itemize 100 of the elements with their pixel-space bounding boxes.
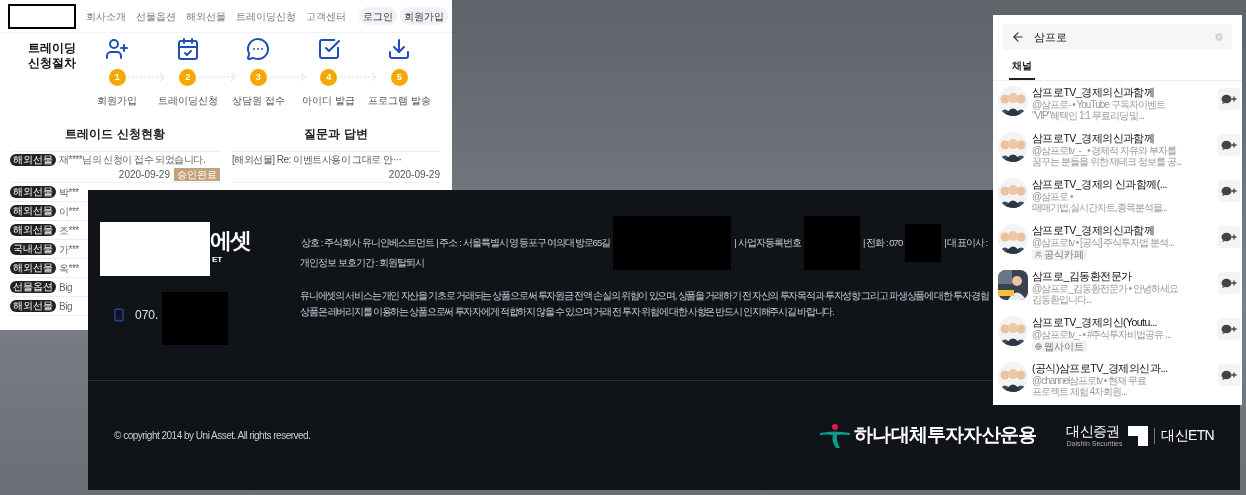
channel-description: @삼프로tv_-_ • 경제적 자유와 부자를 bbox=[1032, 145, 1176, 156]
phone-number: 070. bbox=[135, 307, 159, 323]
channel-description: 꿈꾸는 분들을 위한 재테크 정보를 공... bbox=[1032, 156, 1182, 167]
channel-description: @삼프로tv_- • #주식투자비법공유 ... bbox=[1032, 329, 1171, 340]
logo-subtext: ET bbox=[212, 256, 223, 264]
avatar bbox=[998, 86, 1028, 116]
nav-link[interactable]: 트레이딩신청 bbox=[236, 8, 296, 24]
company-info: | 사업자등록번호 bbox=[733, 236, 802, 250]
logo-icon bbox=[818, 422, 853, 449]
logo-icon bbox=[1128, 425, 1149, 446]
user-add-icon bbox=[105, 37, 130, 61]
tag-icon bbox=[1035, 343, 1042, 350]
application-text: 옥*** bbox=[59, 261, 79, 276]
nav-link[interactable]: 해외선물 bbox=[186, 8, 226, 24]
channel-name[interactable]: (공식)삼프로TV_경제의신과... bbox=[1032, 362, 1168, 375]
channel-description: @삼프로- • YouTube 구독자이벤트 bbox=[1032, 99, 1165, 110]
channel-description: @삼프로_김동환전문가 • 안녕하세요 bbox=[1032, 283, 1178, 294]
nav-link[interactable]: 고객센터 bbox=[306, 8, 346, 24]
channel-name[interactable]: 삼프로_김동환전문가 bbox=[1032, 270, 1132, 283]
download-icon bbox=[387, 37, 412, 61]
company-info: | 전화 : 070 bbox=[861, 236, 904, 250]
channel-description: @삼프로 • bbox=[1032, 191, 1073, 202]
category-badge: 해외선물 bbox=[10, 153, 56, 166]
channel-description: 김동환입니다... bbox=[1032, 294, 1092, 305]
add-channel-button[interactable] bbox=[1218, 364, 1240, 386]
partner-logo-text: 대신ETN bbox=[1161, 426, 1214, 445]
redaction-block bbox=[162, 292, 228, 345]
add-channel-button[interactable] bbox=[1218, 134, 1240, 156]
tab[interactable]: 채널 bbox=[1009, 58, 1035, 80]
category-badge: 해외선물 bbox=[10, 262, 56, 274]
channel-description: "VIP"혜택인 1:1 무료리딩 및... bbox=[1032, 110, 1144, 121]
category-badge: 선물옵션 bbox=[10, 281, 56, 293]
nav-link[interactable]: 선물옵션 bbox=[136, 8, 176, 24]
application-text: 가*** bbox=[59, 242, 79, 257]
channel-name[interactable]: 삼프로TV_경제의신과함께 bbox=[1032, 132, 1155, 145]
category-badge: 해외선물 bbox=[10, 186, 56, 198]
channel-description: @삼프로tv • [공식] 주식투자법 분석... bbox=[1032, 237, 1174, 248]
section-title: 질문과 답변 bbox=[303, 126, 369, 143]
channel-name[interactable]: 삼프로TV_경제의신과함께 bbox=[1032, 86, 1155, 99]
logo-placeholder bbox=[8, 3, 76, 29]
search-field[interactable]: 삼프로 bbox=[1003, 24, 1232, 50]
date-text: 2020-09-29 bbox=[118, 168, 170, 182]
chat-plus-icon bbox=[1221, 278, 1237, 288]
back-icon[interactable] bbox=[1011, 30, 1025, 44]
application-text: 재****님의 신청이 접수 되었습니다. bbox=[59, 153, 206, 167]
privacy-info: 개인정보 보호기간 : 회원탈퇴시 bbox=[300, 256, 425, 270]
step-label: 상담원 접수 bbox=[231, 94, 285, 108]
step-number: 4 bbox=[320, 69, 338, 86]
channel-name[interactable]: 삼프로TV_경제의신(Youtu... bbox=[1032, 316, 1157, 329]
dashed-arrow bbox=[269, 72, 307, 82]
header-button[interactable]: 회원가입 bbox=[400, 7, 448, 25]
avatar bbox=[998, 224, 1028, 254]
add-channel-button[interactable] bbox=[1218, 88, 1240, 110]
disclaimer-text: 유니에셋의 서비스는 개인 자산을 기초로 거래되는 상품으로써 투자원금 전액 손실의 위험이 있으며, 상품을 거래하기 전 자신의 투자목적과 투자성향 그리고 파생상품에 대한 투자경험 bbox=[300, 289, 989, 303]
tag-icon bbox=[1035, 251, 1042, 258]
category-badge: 국내선물 bbox=[10, 243, 56, 255]
application-text: Big bbox=[59, 299, 72, 314]
channel-name[interactable]: 삼프로TV_경제의신과함께 bbox=[1032, 224, 1155, 237]
nav-link[interactable]: 회사소개 bbox=[86, 8, 126, 24]
question-link[interactable]: [해외선물] Re: 이벤트사용이 그대로 안··· bbox=[232, 152, 402, 167]
logo-text: 에셋 bbox=[210, 230, 251, 252]
add-channel-button[interactable] bbox=[1218, 180, 1240, 202]
section-title: 트레이드 신청현황 bbox=[64, 126, 166, 143]
channel-tag: 웹사이트 bbox=[1032, 341, 1087, 352]
step-label: 트레이딩신청 bbox=[157, 94, 218, 108]
add-channel-button[interactable] bbox=[1218, 226, 1240, 248]
partner-logo-text: 하나대체투자자산운용 bbox=[854, 423, 1037, 448]
category-badge: 해외선물 bbox=[10, 205, 56, 217]
status-label: 승인완료 bbox=[174, 168, 220, 181]
avatar bbox=[998, 270, 1028, 300]
step-label: 프로그램 발송 bbox=[367, 94, 431, 108]
avatar bbox=[998, 362, 1028, 392]
add-channel-button[interactable] bbox=[1218, 272, 1240, 294]
category-badge: 해외선물 bbox=[10, 224, 56, 236]
step-label: 아이디 발급 bbox=[302, 94, 356, 108]
step-number: 5 bbox=[390, 69, 408, 86]
step-label: 회원가입 bbox=[97, 94, 138, 108]
phone-icon bbox=[112, 308, 126, 322]
channel-description: 프로젝트 체험 4차회원... bbox=[1032, 386, 1127, 397]
dashed-arrow bbox=[198, 72, 237, 82]
chat-plus-icon bbox=[1221, 232, 1237, 242]
avatar bbox=[998, 132, 1028, 162]
step-number: 3 bbox=[249, 69, 267, 86]
chat-plus-icon bbox=[1221, 94, 1237, 104]
company-info: | 대표이사 : bbox=[943, 236, 989, 250]
header-button[interactable]: 로그인 bbox=[359, 7, 397, 25]
partner-logo-text: 대신증권 bbox=[1066, 423, 1120, 439]
avatar bbox=[998, 316, 1028, 346]
category-badge: 해외선물 bbox=[10, 300, 56, 312]
procedure-title: 신청절차 bbox=[28, 56, 77, 71]
chat-plus-icon bbox=[1221, 186, 1237, 196]
date-text: 2020-09-29 bbox=[388, 168, 440, 182]
avatar bbox=[998, 178, 1028, 208]
redaction-block bbox=[803, 216, 860, 270]
chat-icon bbox=[246, 37, 271, 61]
add-channel-button[interactable] bbox=[1218, 318, 1240, 340]
application-text: Big bbox=[59, 280, 72, 295]
channel-name[interactable]: 삼프로TV_경제의 신과함께(... bbox=[1032, 178, 1167, 191]
channel-tag: 공식카페 bbox=[1032, 249, 1087, 260]
copyright-text: © copyright 2014 by Uni Asset. All rights reserved. bbox=[114, 429, 311, 443]
